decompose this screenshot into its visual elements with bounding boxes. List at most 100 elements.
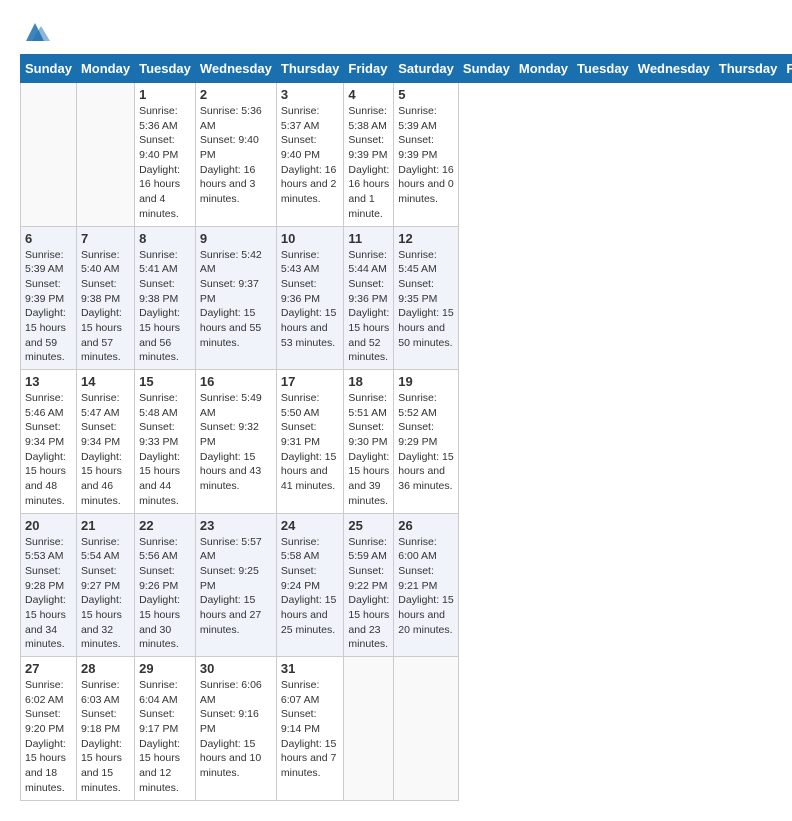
day-info: Sunrise: 6:03 AM Sunset: 9:18 PM Dayligh… — [81, 678, 130, 796]
calendar-cell — [344, 657, 394, 801]
day-info: Sunrise: 5:54 AM Sunset: 9:27 PM Dayligh… — [81, 535, 130, 653]
calendar-cell: 8 Sunrise: 5:41 AM Sunset: 9:38 PM Daylig… — [135, 226, 196, 370]
logo-icon — [20, 20, 50, 44]
day-info: Sunrise: 5:42 AM Sunset: 9:37 PM Dayligh… — [200, 248, 272, 351]
day-number: 27 — [25, 661, 72, 676]
day-info: Sunrise: 5:58 AM Sunset: 9:24 PM Dayligh… — [281, 535, 340, 638]
day-number: 6 — [25, 231, 72, 246]
day-info: Sunrise: 6:06 AM Sunset: 9:16 PM Dayligh… — [200, 678, 272, 781]
header-tuesday: Tuesday — [135, 55, 196, 83]
calendar-cell: 14 Sunrise: 5:47 AM Sunset: 9:34 PM Dayli… — [76, 370, 134, 514]
day-number: 24 — [281, 518, 340, 533]
calendar-cell — [76, 83, 134, 227]
day-number: 29 — [139, 661, 191, 676]
day-number: 18 — [348, 374, 389, 389]
header-wednesday: Wednesday — [195, 55, 276, 83]
day-info: Sunrise: 5:52 AM Sunset: 9:29 PM Dayligh… — [398, 391, 454, 494]
day-info: Sunrise: 5:41 AM Sunset: 9:38 PM Dayligh… — [139, 248, 191, 366]
calendar-cell: 5 Sunrise: 5:39 AM Sunset: 9:39 PM Daylig… — [394, 83, 459, 227]
col-header-friday: Friday — [782, 55, 792, 83]
calendar-cell: 3 Sunrise: 5:37 AM Sunset: 9:40 PM Daylig… — [276, 83, 344, 227]
day-number: 15 — [139, 374, 191, 389]
day-number: 14 — [81, 374, 130, 389]
calendar-cell: 12Sunrise: 5:45 AM Sunset: 9:35 PM Dayli… — [394, 226, 459, 370]
day-info: Sunrise: 5:59 AM Sunset: 9:22 PM Dayligh… — [348, 535, 389, 653]
calendar-cell: 20 Sunrise: 5:53 AM Sunset: 9:28 PM Dayli… — [21, 513, 77, 657]
week-row-3: 13Sunrise: 5:46 AM Sunset: 9:34 PM Dayli… — [21, 370, 792, 514]
day-info: Sunrise: 5:56 AM Sunset: 9:26 PM Dayligh… — [139, 535, 191, 653]
day-info: Sunrise: 5:39 AM Sunset: 9:39 PM Dayligh… — [25, 248, 72, 366]
calendar-cell: 11 Sunrise: 5:44 AM Sunset: 9:36 PM Dayli… — [344, 226, 394, 370]
calendar-cell: 10Sunrise: 5:43 AM Sunset: 9:36 PM Dayli… — [276, 226, 344, 370]
day-number: 3 — [281, 87, 340, 102]
calendar-cell: 18Sunrise: 5:51 AM Sunset: 9:30 PM Dayli… — [344, 370, 394, 514]
calendar-cell: 15 Sunrise: 5:48 AM Sunset: 9:33 PM Dayli… — [135, 370, 196, 514]
col-header-thursday: Thursday — [714, 55, 782, 83]
day-info: Sunrise: 5:36 AM Sunset: 9:40 PM Dayligh… — [139, 104, 191, 222]
day-info: Sunrise: 5:38 AM Sunset: 9:39 PM Dayligh… — [348, 104, 389, 222]
header-saturday: Saturday — [394, 55, 459, 83]
day-info: Sunrise: 6:07 AM Sunset: 9:14 PM Dayligh… — [281, 678, 340, 781]
day-number: 19 — [398, 374, 454, 389]
day-number: 10 — [281, 231, 340, 246]
day-number: 16 — [200, 374, 272, 389]
header-sunday: Sunday — [21, 55, 77, 83]
calendar-cell: 27 Sunrise: 6:02 AM Sunset: 9:20 PM Dayli… — [21, 657, 77, 801]
day-number: 1 — [139, 87, 191, 102]
week-row-4: 20 Sunrise: 5:53 AM Sunset: 9:28 PM Dayli… — [21, 513, 792, 657]
week-row-5: 27 Sunrise: 6:02 AM Sunset: 9:20 PM Dayli… — [21, 657, 792, 801]
day-info: Sunrise: 5:39 AM Sunset: 9:39 PM Dayligh… — [398, 104, 454, 207]
day-number: 11 — [348, 231, 389, 246]
calendar-cell: 25 Sunrise: 5:59 AM Sunset: 9:22 PM Dayli… — [344, 513, 394, 657]
header-friday: Friday — [344, 55, 394, 83]
calendar-cell: 30 Sunrise: 6:06 AM Sunset: 9:16 PM Dayli… — [195, 657, 276, 801]
day-number: 5 — [398, 87, 454, 102]
day-info: Sunrise: 5:48 AM Sunset: 9:33 PM Dayligh… — [139, 391, 191, 509]
day-info: Sunrise: 6:02 AM Sunset: 9:20 PM Dayligh… — [25, 678, 72, 796]
calendar-cell: 29 Sunrise: 6:04 AM Sunset: 9:17 PM Dayli… — [135, 657, 196, 801]
day-number: 4 — [348, 87, 389, 102]
day-info: Sunrise: 5:50 AM Sunset: 9:31 PM Dayligh… — [281, 391, 340, 494]
day-number: 22 — [139, 518, 191, 533]
day-info: Sunrise: 6:04 AM Sunset: 9:17 PM Dayligh… — [139, 678, 191, 796]
calendar-cell: 31 Sunrise: 6:07 AM Sunset: 9:14 PM Dayli… — [276, 657, 344, 801]
day-number: 30 — [200, 661, 272, 676]
calendar-cell — [394, 657, 459, 801]
day-number: 21 — [81, 518, 130, 533]
week-row-2: 6 Sunrise: 5:39 AM Sunset: 9:39 PM Daylig… — [21, 226, 792, 370]
day-number: 28 — [81, 661, 130, 676]
page-header — [20, 20, 772, 44]
day-number: 7 — [81, 231, 130, 246]
day-number: 25 — [348, 518, 389, 533]
calendar-cell: 13Sunrise: 5:46 AM Sunset: 9:34 PM Dayli… — [21, 370, 77, 514]
day-number: 8 — [139, 231, 191, 246]
calendar-cell: 24 Sunrise: 5:58 AM Sunset: 9:24 PM Dayli… — [276, 513, 344, 657]
day-number: 2 — [200, 87, 272, 102]
calendar-cell: 4 Sunrise: 5:38 AM Sunset: 9:39 PM Daylig… — [344, 83, 394, 227]
header-monday: Monday — [76, 55, 134, 83]
col-header-monday: Monday — [514, 55, 572, 83]
day-info: Sunrise: 5:53 AM Sunset: 9:28 PM Dayligh… — [25, 535, 72, 653]
day-number: 20 — [25, 518, 72, 533]
calendar-cell: 19 Sunrise: 5:52 AM Sunset: 9:29 PM Dayli… — [394, 370, 459, 514]
day-info: Sunrise: 5:57 AM Sunset: 9:25 PM Dayligh… — [200, 535, 272, 638]
calendar-cell: 22 Sunrise: 5:56 AM Sunset: 9:26 PM Dayli… — [135, 513, 196, 657]
day-number: 26 — [398, 518, 454, 533]
day-number: 31 — [281, 661, 340, 676]
calendar-cell: 23Sunrise: 5:57 AM Sunset: 9:25 PM Dayli… — [195, 513, 276, 657]
day-info: Sunrise: 5:45 AM Sunset: 9:35 PM Dayligh… — [398, 248, 454, 351]
calendar-cell: 2 Sunrise: 5:36 AM Sunset: 9:40 PM Daylig… — [195, 83, 276, 227]
calendar-cell: 28 Sunrise: 6:03 AM Sunset: 9:18 PM Dayli… — [76, 657, 134, 801]
day-info: Sunrise: 5:36 AM Sunset: 9:40 PM Dayligh… — [200, 104, 272, 207]
col-header-tuesday: Tuesday — [573, 55, 634, 83]
calendar-table: SundayMondayTuesdayWednesdayThursdayFrid… — [20, 54, 792, 801]
logo — [20, 20, 54, 44]
header-thursday: Thursday — [276, 55, 344, 83]
day-info: Sunrise: 5:44 AM Sunset: 9:36 PM Dayligh… — [348, 248, 389, 366]
week-row-1: 1 Sunrise: 5:36 AM Sunset: 9:40 PM Daylig… — [21, 83, 792, 227]
day-info: Sunrise: 5:47 AM Sunset: 9:34 PM Dayligh… — [81, 391, 130, 509]
day-info: Sunrise: 5:37 AM Sunset: 9:40 PM Dayligh… — [281, 104, 340, 207]
calendar-cell — [21, 83, 77, 227]
calendar-cell: 16Sunrise: 5:49 AM Sunset: 9:32 PM Dayli… — [195, 370, 276, 514]
day-info: Sunrise: 5:46 AM Sunset: 9:34 PM Dayligh… — [25, 391, 72, 509]
